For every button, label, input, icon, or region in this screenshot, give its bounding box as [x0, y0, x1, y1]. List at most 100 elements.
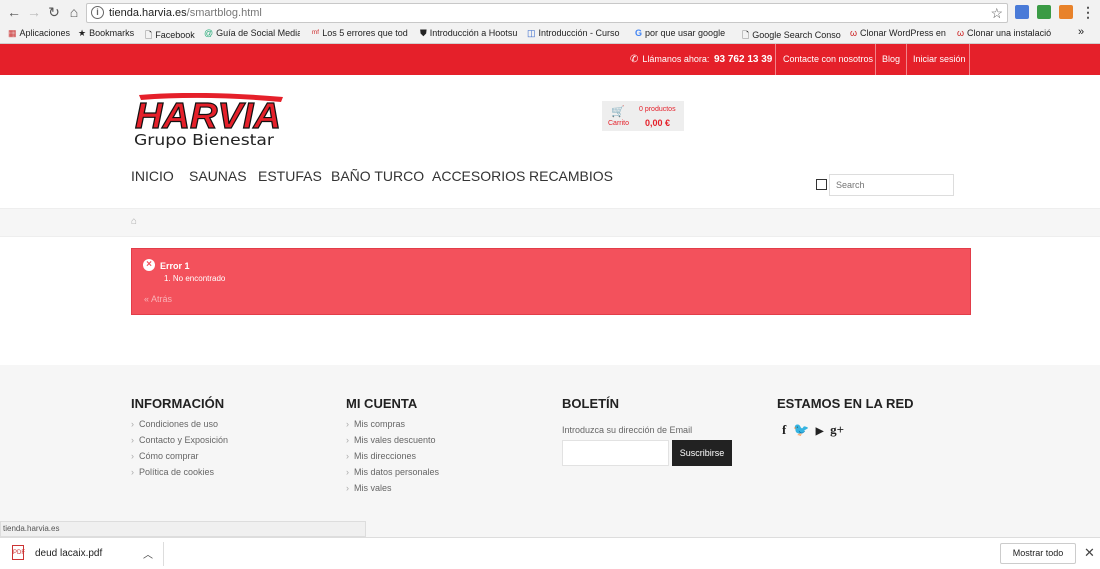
footer-newsletter-column: Boletín Introduzca su dirección de Email… [562, 396, 732, 466]
footer-link[interactable]: › Mis vales [346, 483, 439, 493]
extension-icon[interactable] [1059, 5, 1073, 19]
facebook-icon[interactable]: f [782, 422, 786, 437]
footer-link[interactable]: › Contacto y Exposición [131, 435, 228, 445]
bookmark-item[interactable]: ◫ Introducción - Curso [527, 28, 625, 39]
separator [163, 542, 164, 566]
call-label: Llámanos ahora: [642, 54, 710, 64]
search-input[interactable] [829, 174, 954, 196]
forward-arrow-icon[interactable]: → [26, 4, 42, 20]
download-bar: PDF deud lacaix.pdf ︿ Mostrar todo ✕ [0, 537, 1100, 569]
url-text: tienda.harvia.es/smartblog.html [109, 7, 262, 19]
footer-link-label: Cómo comprar [139, 451, 199, 461]
footer-social-column: Estamos en la red f 🐦 ▶ g+ [777, 396, 914, 438]
page-icon: 🗋 [742, 30, 750, 40]
footer-link-label: Contacto y Exposición [139, 435, 229, 445]
chevron-right-icon: › [346, 419, 349, 429]
info-icon[interactable]: i [91, 6, 104, 19]
footer-link-label: Mis vales [354, 483, 392, 493]
footer-link-label: Mis vales descuento [354, 435, 436, 445]
phone-icon: ✆ [630, 54, 639, 65]
bookmark-star-icon[interactable]: ☆ [990, 5, 1003, 22]
site-logo[interactable]: HARVIA Grupo Bienestar [131, 92, 286, 151]
login-link[interactable]: Iniciar sesión [913, 44, 966, 75]
menu-item-bano-turco[interactable]: Baño turco [331, 168, 424, 184]
chevron-right-icon: › [131, 435, 134, 445]
twitter-icon[interactable]: 🐦 [793, 422, 809, 437]
back-link[interactable]: « Atrás [144, 294, 172, 304]
blog-link[interactable]: Blog [882, 44, 900, 75]
cart-count: 0 productos [639, 106, 676, 113]
google-plus-icon[interactable]: g+ [830, 422, 844, 437]
bookmark-item[interactable]: Gpor que usar google [635, 28, 735, 38]
cart-icon: 🛒 [611, 106, 625, 118]
footer-link[interactable]: › Política de cookies [131, 467, 228, 477]
close-icon[interactable]: ✕ [1084, 545, 1095, 561]
footer-link[interactable]: › Mis direcciones [346, 451, 439, 461]
extension-icon[interactable] [1015, 5, 1029, 19]
contact-link[interactable]: Contacte con nosotros [783, 44, 873, 75]
page-icon: 🗋 [145, 30, 153, 40]
footer-link-label: Mis compras [354, 419, 406, 429]
cart-total: 0,00 € [645, 118, 671, 128]
menu-item-saunas[interactable]: Saunas [189, 168, 247, 184]
separator [906, 44, 907, 75]
bookmark-item[interactable]: 🗋 Facebook [145, 28, 200, 44]
bookmark-item[interactable]: ω Clonar una instalació [957, 28, 1063, 38]
footer-link[interactable]: › Cómo comprar [131, 451, 228, 461]
bookmark-item[interactable]: ⛊ Introducción a Hootsu [420, 28, 518, 39]
home-icon[interactable]: ⌂ [131, 216, 137, 227]
browser-menu-icon[interactable]: ⋮ [1080, 4, 1096, 20]
footer-link[interactable]: › Mis compras [346, 419, 439, 429]
logo-tagline: Grupo Bienestar [134, 131, 275, 149]
error-alert: × Error 1 1. No encontrado « Atrás [131, 248, 971, 315]
footer-account-column: Mi cuenta › Mis compras › Mis vales descue… [346, 396, 439, 493]
browser-chrome: ← → ↻ ⌂ i tienda.harvia.es/smartblog.htm… [0, 0, 1100, 44]
breadcrumb: ⌂ [0, 208, 1100, 237]
w-icon: ω [957, 28, 965, 38]
bookmarks-bar: ▦ Aplicaciones ★ Bookmarks 🗋 Facebook @ Guía… [0, 25, 1100, 43]
subscribe-button[interactable]: Suscribirse [672, 440, 732, 466]
bookmark-item[interactable]: 🗋 Google Search Conso [742, 28, 842, 44]
footer-heading: Boletín [562, 396, 620, 411]
footer-heading: Mi cuenta [346, 396, 418, 411]
site-footer: Información › Condiciones de uso › Contact… [0, 365, 1100, 537]
home-icon[interactable]: ⌂ [66, 4, 82, 20]
cart-widget[interactable]: 🛒 Carrito 0 productos 0,00 € [602, 101, 684, 131]
youtube-icon[interactable]: ▶ [816, 426, 824, 437]
extension-icon[interactable] [1037, 5, 1051, 19]
w-icon: ω [850, 28, 858, 38]
bookmark-item[interactable]: ▦ Aplicaciones [8, 28, 74, 39]
phone-number[interactable]: 93 762 13 39 [714, 54, 772, 65]
footer-info-column: Información › Condiciones de uso › Contact… [131, 396, 228, 477]
bookmark-label: Aplicaciones [19, 28, 71, 38]
address-bar[interactable]: i tienda.harvia.es/smartblog.html ☆ [86, 3, 1008, 23]
bookmark-item[interactable]: ᵐᶠ Los 5 errores que tod [312, 28, 412, 38]
bookmark-item[interactable]: ★ Bookmarks [78, 28, 140, 39]
back-arrow-icon[interactable]: ← [6, 4, 22, 20]
harvia-logo-graphic: HARVIA Grupo Bienestar [134, 92, 283, 149]
menu-item-accesorios[interactable]: Accesorios [432, 168, 525, 184]
footer-link[interactable]: › Mis vales descuento [346, 435, 439, 445]
bookmark-label: Facebook [155, 30, 195, 40]
shield-icon: ⛊ [420, 28, 427, 38]
error-close-icon: × [143, 259, 155, 271]
at-icon: @ [204, 28, 214, 38]
download-filename[interactable]: deud lacaix.pdf [35, 548, 102, 559]
reload-icon[interactable]: ↻ [46, 4, 62, 20]
bookmark-label: Clonar una instalació [967, 28, 1052, 38]
menu-item-estufas[interactable]: Estufas [258, 168, 322, 184]
chevron-up-icon[interactable]: ︿ [143, 546, 153, 561]
bookmarks-overflow-icon[interactable]: » [1078, 26, 1090, 38]
menu-item-recambios[interactable]: Recambios [529, 168, 613, 184]
newsletter-email-input[interactable] [562, 440, 669, 466]
search-icon[interactable] [816, 179, 827, 190]
footer-link[interactable]: › Mis datos personales [346, 467, 439, 477]
separator [875, 44, 876, 75]
bookmark-label: Guía de Social Media [216, 28, 300, 38]
menu-item-inicio[interactable]: Inicio [131, 168, 174, 184]
show-all-downloads-button[interactable]: Mostrar todo [1000, 543, 1076, 564]
footer-heading: Estamos en la red [777, 396, 914, 411]
bookmark-item[interactable]: @ Guía de Social Media [204, 28, 300, 38]
footer-link[interactable]: › Condiciones de uso [131, 419, 228, 429]
bookmark-item[interactable]: ω Clonar WordPress en [850, 28, 950, 38]
